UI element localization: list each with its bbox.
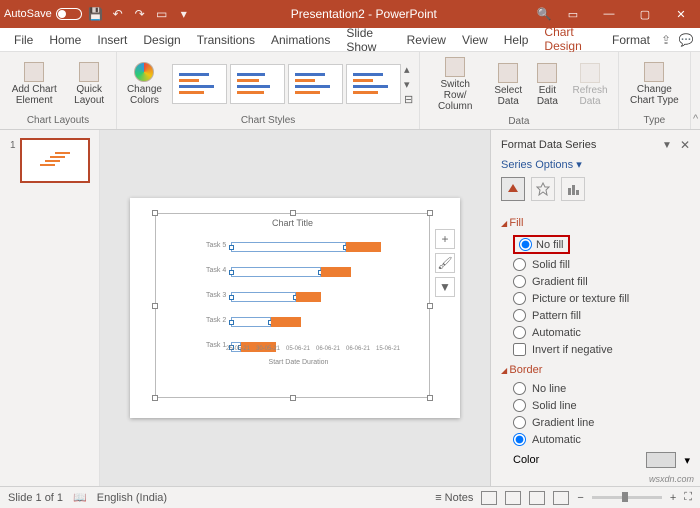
undo-icon[interactable]: ↶: [110, 6, 126, 22]
normal-view-icon[interactable]: [481, 491, 497, 505]
tab-animations[interactable]: Animations: [263, 29, 338, 51]
fit-window-icon[interactable]: ⛶: [684, 491, 692, 504]
reading-view-icon[interactable]: [529, 491, 545, 505]
zoom-slider[interactable]: [592, 496, 662, 499]
share-icon[interactable]: ⇪: [658, 32, 674, 48]
chart-style-2[interactable]: [230, 64, 285, 104]
ribbon-chart-layouts: Add Chart Element Quick Layout Chart Lay…: [0, 52, 117, 129]
tab-home[interactable]: Home: [41, 29, 89, 51]
redo-icon[interactable]: ↷: [132, 6, 148, 22]
slideshow-view-icon[interactable]: [553, 491, 569, 505]
gallery-down-icon[interactable]: ▾: [404, 78, 413, 91]
close-button[interactable]: ✕: [666, 0, 696, 28]
switch-row-col-button[interactable]: Switch Row/ Column: [426, 55, 484, 114]
tab-review[interactable]: Review: [399, 29, 454, 51]
pane-options-icon[interactable]: ▼: [662, 140, 672, 151]
comments-icon[interactable]: 💬: [678, 32, 694, 48]
save-icon[interactable]: 💾: [88, 6, 104, 22]
fill-picture-radio[interactable]: [513, 292, 526, 305]
watermark: wsxdn.com: [649, 474, 694, 484]
quick-layout-button[interactable]: Quick Layout: [68, 60, 109, 108]
zoom-in-icon[interactable]: +: [670, 492, 676, 504]
fill-solid-radio[interactable]: [513, 258, 526, 271]
zoom-out-icon[interactable]: −: [577, 492, 583, 504]
change-chart-type-button[interactable]: Change Chart Type: [625, 60, 685, 108]
fill-section-header[interactable]: Fill: [501, 217, 690, 229]
ribbon-chart-styles: Change Colors ▴ ▾ ⊟ Chart Styles: [117, 52, 420, 129]
tab-view[interactable]: View: [454, 29, 496, 51]
chart-style-1[interactable]: [172, 64, 227, 104]
border-no-line-radio[interactable]: [513, 382, 526, 395]
autosave-toggle[interactable]: AutoSave: [4, 8, 82, 20]
color-dropdown-icon[interactable]: ▾: [684, 454, 690, 467]
notes-button[interactable]: ≡ Notes: [435, 492, 473, 504]
chart-legend[interactable]: Start Date Duration: [196, 359, 401, 366]
select-data-button[interactable]: Select Data: [490, 61, 526, 109]
tab-help[interactable]: Help: [496, 29, 537, 51]
fill-gradient-radio[interactable]: [513, 275, 526, 288]
border-section-header[interactable]: Border: [501, 364, 690, 376]
border-solid-radio[interactable]: [513, 399, 526, 412]
series-options-tab-icon[interactable]: [561, 177, 585, 201]
border-automatic-radio[interactable]: [513, 433, 526, 446]
slide-thumbnail-1[interactable]: 1: [20, 138, 90, 183]
chart-styles-button[interactable]: 🖌: [435, 253, 455, 273]
search-icon[interactable]: 🔍: [536, 6, 552, 22]
format-data-series-pane: Format Data Series ▼ ✕ Series Options ▾ …: [490, 130, 700, 486]
chart-style-3[interactable]: [288, 64, 343, 104]
language-status[interactable]: English (India): [97, 492, 167, 504]
collapse-ribbon-icon[interactable]: ^: [691, 52, 700, 129]
border-color-picker[interactable]: [646, 452, 676, 468]
border-gradient-radio[interactable]: [513, 416, 526, 429]
change-colors-button[interactable]: Change Colors: [123, 60, 166, 108]
border-color-label: Color: [513, 454, 539, 466]
tab-transitions[interactable]: Transitions: [189, 29, 263, 51]
work-area: 1 Chart Title Task 5 Task 4 Task 3: [0, 130, 700, 486]
slide-thumbnail-panel: 1: [0, 130, 100, 486]
series-options-dropdown[interactable]: Series Options ▾: [501, 158, 690, 171]
fill-line-tab-icon[interactable]: [501, 177, 525, 201]
qat-more-icon[interactable]: ▾: [176, 6, 192, 22]
gallery-up-icon[interactable]: ▴: [404, 63, 413, 76]
ribbon-type: Change Chart Type Type: [619, 52, 692, 129]
chart-object[interactable]: Chart Title Task 5 Task 4 Task 3 Task 2 …: [155, 213, 430, 398]
slide-canvas[interactable]: Chart Title Task 5 Task 4 Task 3 Task 2 …: [100, 130, 490, 486]
invert-negative-checkbox[interactable]: [513, 343, 526, 356]
chart-elements-button[interactable]: +: [435, 229, 455, 249]
chart-title[interactable]: Chart Title: [156, 214, 429, 232]
sidepane-title: Format Data Series: [501, 139, 596, 151]
refresh-data-button: Refresh Data: [569, 61, 612, 109]
pane-close-icon[interactable]: ✕: [680, 138, 690, 152]
fill-pattern-radio[interactable]: [513, 309, 526, 322]
chart-plot-area[interactable]: Task 5 Task 4 Task 3 Task 2 Task 1 25-05…: [196, 238, 401, 368]
gallery-more-icon[interactable]: ⊟: [404, 93, 413, 106]
tab-insert[interactable]: Insert: [89, 29, 135, 51]
menu-bar: File Home Insert Design Transitions Anim…: [0, 28, 700, 52]
fill-no-fill-radio[interactable]: [519, 238, 532, 251]
ribbon-data: Switch Row/ Column Select Data Edit Data…: [420, 52, 618, 129]
slide: Chart Title Task 5 Task 4 Task 3 Task 2 …: [130, 198, 460, 418]
start-slideshow-icon[interactable]: ▭: [154, 6, 170, 22]
chart-style-4[interactable]: [346, 64, 401, 104]
status-bar: Slide 1 of 1 📖 English (India) ≡ Notes −…: [0, 486, 700, 508]
tab-file[interactable]: File: [6, 29, 41, 51]
tab-format[interactable]: Format: [604, 29, 658, 51]
maximize-button[interactable]: ▢: [630, 0, 660, 28]
fill-automatic-radio[interactable]: [513, 326, 526, 339]
no-fill-highlight: No fill: [513, 235, 570, 254]
add-chart-element-button[interactable]: Add Chart Element: [6, 60, 62, 108]
effects-tab-icon[interactable]: [531, 177, 555, 201]
slide-count[interactable]: Slide 1 of 1: [8, 492, 63, 504]
sorter-view-icon[interactable]: [505, 491, 521, 505]
spellcheck-icon[interactable]: 📖: [73, 491, 87, 504]
window-title: Presentation2 - PowerPoint: [192, 7, 536, 21]
edit-data-button[interactable]: Edit Data: [532, 61, 562, 109]
chart-style-gallery[interactable]: ▴ ▾ ⊟: [172, 63, 413, 106]
ribbon: Add Chart Element Quick Layout Chart Lay…: [0, 52, 700, 130]
tab-design[interactable]: Design: [135, 29, 188, 51]
chart-filters-button[interactable]: ▼: [435, 277, 455, 297]
